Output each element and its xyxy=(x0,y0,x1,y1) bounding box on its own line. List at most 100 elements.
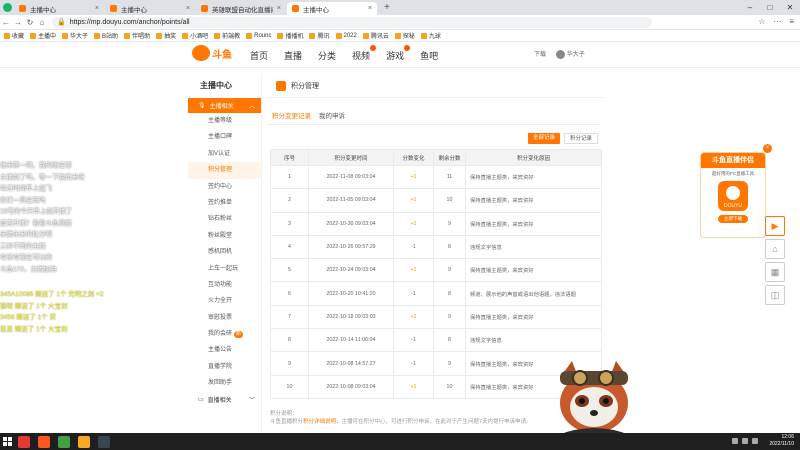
home-icon[interactable]: ⌂ xyxy=(36,18,48,27)
cell-index: 8 xyxy=(270,328,309,353)
reload-icon[interactable]: ↻ xyxy=(24,18,36,27)
app-360-icon[interactable] xyxy=(18,435,30,448)
cell-reason: 保持直播主题类，来宾资好 xyxy=(465,258,602,283)
note-link[interactable]: 积分详细说明 xyxy=(303,419,336,425)
nav-link[interactable]: 分类 xyxy=(318,49,336,62)
sidebar-item[interactable]: 粉丝殿堂 xyxy=(188,228,261,244)
sidebar-item[interactable]: 互动功能 xyxy=(188,277,261,293)
bookmark-item[interactable]: 2022 xyxy=(335,32,357,39)
clock[interactable]: 12:06 2022/11/10 xyxy=(769,434,794,448)
download-link[interactable]: 下载 xyxy=(534,49,546,58)
nav-link[interactable]: 视频 xyxy=(352,45,377,62)
browser-tab[interactable]: 主播中心 × xyxy=(287,2,377,15)
new-tab-button[interactable]: + xyxy=(378,2,396,15)
sidebar-item[interactable]: 感机回机 xyxy=(188,244,261,260)
sidebar-item[interactable]: 钻石粉丝 xyxy=(188,211,261,227)
sidebar-item[interactable]: 签约中心 xyxy=(188,179,261,195)
mic-icon: 🎙 xyxy=(198,103,206,109)
sidebar-item[interactable]: 发回助手 xyxy=(188,375,261,391)
app-obs-icon[interactable] xyxy=(98,435,110,448)
bookmark-item[interactable]: 主播中 xyxy=(30,31,56,40)
site-header: 斗鱼 首页 直播 分类 视频 游戏 鱼吧 下载 华大子 xyxy=(0,42,800,68)
nav-link[interactable]: 游戏 xyxy=(386,45,411,62)
volume-icon[interactable] xyxy=(742,438,748,444)
sidebar-group-anchor[interactable]: 🎙 主播相关 ︿ xyxy=(188,98,261,113)
tv-icon: ▭ xyxy=(198,396,204,403)
app-chrome-icon[interactable] xyxy=(58,435,70,448)
menu-icon[interactable]: ≡ xyxy=(789,17,794,26)
app-media-icon[interactable] xyxy=(38,435,50,448)
user-menu[interactable]: 华大子 xyxy=(556,49,585,59)
bookmark-item[interactable]: 播播机 xyxy=(277,31,303,40)
home-icon[interactable]: ⌂ xyxy=(765,239,785,259)
browser-tab[interactable]: 主播中心 × xyxy=(105,2,195,15)
bookmark-icon xyxy=(214,32,221,39)
sidebar-item[interactable]: 主播公告 xyxy=(188,342,261,358)
close-tab-icon[interactable]: × xyxy=(95,5,99,12)
sidebar-item[interactable]: 加V认证 xyxy=(188,146,261,162)
network-icon[interactable] xyxy=(732,438,738,444)
browser-tab[interactable]: 英雄联盟自动化直播间 × xyxy=(196,2,286,15)
sidebar-item-label: 火力全开 xyxy=(208,298,233,305)
panel-tab[interactable]: 我的申诉 xyxy=(319,110,345,125)
close-tab-icon[interactable]: × xyxy=(368,5,372,12)
close-tab-icon[interactable]: × xyxy=(277,5,281,12)
sidebar-item[interactable]: 主播口碑 xyxy=(188,129,261,145)
minimize-icon[interactable]: – xyxy=(740,0,760,15)
bookmark-item[interactable]: 探秘 xyxy=(394,31,415,40)
bookmark-item[interactable]: B站助 xyxy=(94,31,118,40)
bookmark-icon xyxy=(4,32,10,39)
extensions-icon[interactable]: ⋯ xyxy=(773,17,781,26)
sidebar-item[interactable]: 积分管理 xyxy=(188,162,261,179)
all-records-button[interactable]: 全部记录 xyxy=(528,133,561,144)
ime-icon[interactable] xyxy=(752,438,758,444)
browser-app-icon[interactable] xyxy=(0,0,14,15)
sidebar-item-label: 审慰投票 xyxy=(208,314,233,321)
feedback-icon[interactable]: ◫ xyxy=(765,285,785,305)
promo-download-button[interactable]: 立即下载 xyxy=(718,215,748,223)
bookmark-item[interactable]: 九球 xyxy=(420,31,441,40)
bookmark-item[interactable]: 腾讯云 xyxy=(362,31,389,40)
promo-close-icon[interactable]: × xyxy=(763,144,772,153)
play-icon[interactable]: ▶ xyxy=(765,216,785,236)
nav-link[interactable]: 直播 xyxy=(284,49,302,62)
sidebar-item[interactable]: 审慰投票 xyxy=(188,310,261,326)
sidebar-item[interactable]: 主播等级 xyxy=(188,113,261,129)
bookmark-item[interactable]: 腾讯 xyxy=(309,31,330,40)
app-folder-icon[interactable] xyxy=(78,435,90,448)
sidebar-item[interactable]: 上车一起玩 xyxy=(188,261,261,277)
star-icon[interactable]: ☆ xyxy=(758,17,765,26)
bookmark-icon xyxy=(309,32,316,39)
nav-link[interactable]: 首页 xyxy=(250,49,268,62)
bookmark-item[interactable]: Rounc xyxy=(246,32,271,39)
note-body: ，主播可在积分中心，可进行积分申诉，在此对于产生问题7天内提行申诉申请。 xyxy=(336,419,532,425)
bookmark-item[interactable]: 前端教 xyxy=(214,31,240,40)
gift-line: 3456 赠送了 1个 荧 xyxy=(0,314,56,321)
url-input[interactable]: 🔒 https://mp.douyu.com/anchor/points/all xyxy=(52,16,652,28)
forward-icon[interactable]: → xyxy=(12,18,24,27)
sidebar-item[interactable]: 火力全开 xyxy=(188,293,261,309)
maximize-icon[interactable]: □ xyxy=(760,0,780,15)
back-icon[interactable]: ← xyxy=(0,18,12,27)
bookmark-label: 九球 xyxy=(428,34,441,40)
bookmark-item[interactable]: 华大子 xyxy=(62,31,88,40)
nav-link[interactable]: 鱼吧 xyxy=(420,49,438,62)
sidebar-item[interactable]: 我的会研新 xyxy=(188,326,261,342)
bookmark-item[interactable]: 收藏 xyxy=(4,31,24,40)
sidebar-item[interactable]: 签约推单 xyxy=(188,195,261,211)
bookmark-item[interactable]: 伴唱助 xyxy=(124,31,150,40)
douyu-logo[interactable]: 斗鱼 xyxy=(192,45,232,61)
close-tab-icon[interactable]: × xyxy=(186,5,190,12)
windows-start-icon[interactable] xyxy=(0,433,14,450)
close-window-icon[interactable]: ✕ xyxy=(780,0,800,15)
panel-tab[interactable]: 积分变更记录 xyxy=(272,110,311,125)
app-icon[interactable]: ▦ xyxy=(765,262,785,282)
sidebar-group-live[interactable]: ▭ 直播相关 ﹀ xyxy=(188,392,261,407)
points-records-button[interactable]: 积分记录 xyxy=(564,133,599,144)
browser-tab[interactable]: 主播中心 × xyxy=(14,2,104,15)
lock-icon: 🔒 xyxy=(57,19,66,26)
companion-app-promo[interactable]: 斗鱼直播伴侣 超好用的PC直播工具 DOUYU 立即下载 xyxy=(700,152,766,238)
bookmark-item[interactable]: 抽奖 xyxy=(156,31,176,40)
bookmark-item[interactable]: 小酒吧 xyxy=(182,31,208,40)
sidebar-item[interactable]: 直播学院 xyxy=(188,359,261,375)
